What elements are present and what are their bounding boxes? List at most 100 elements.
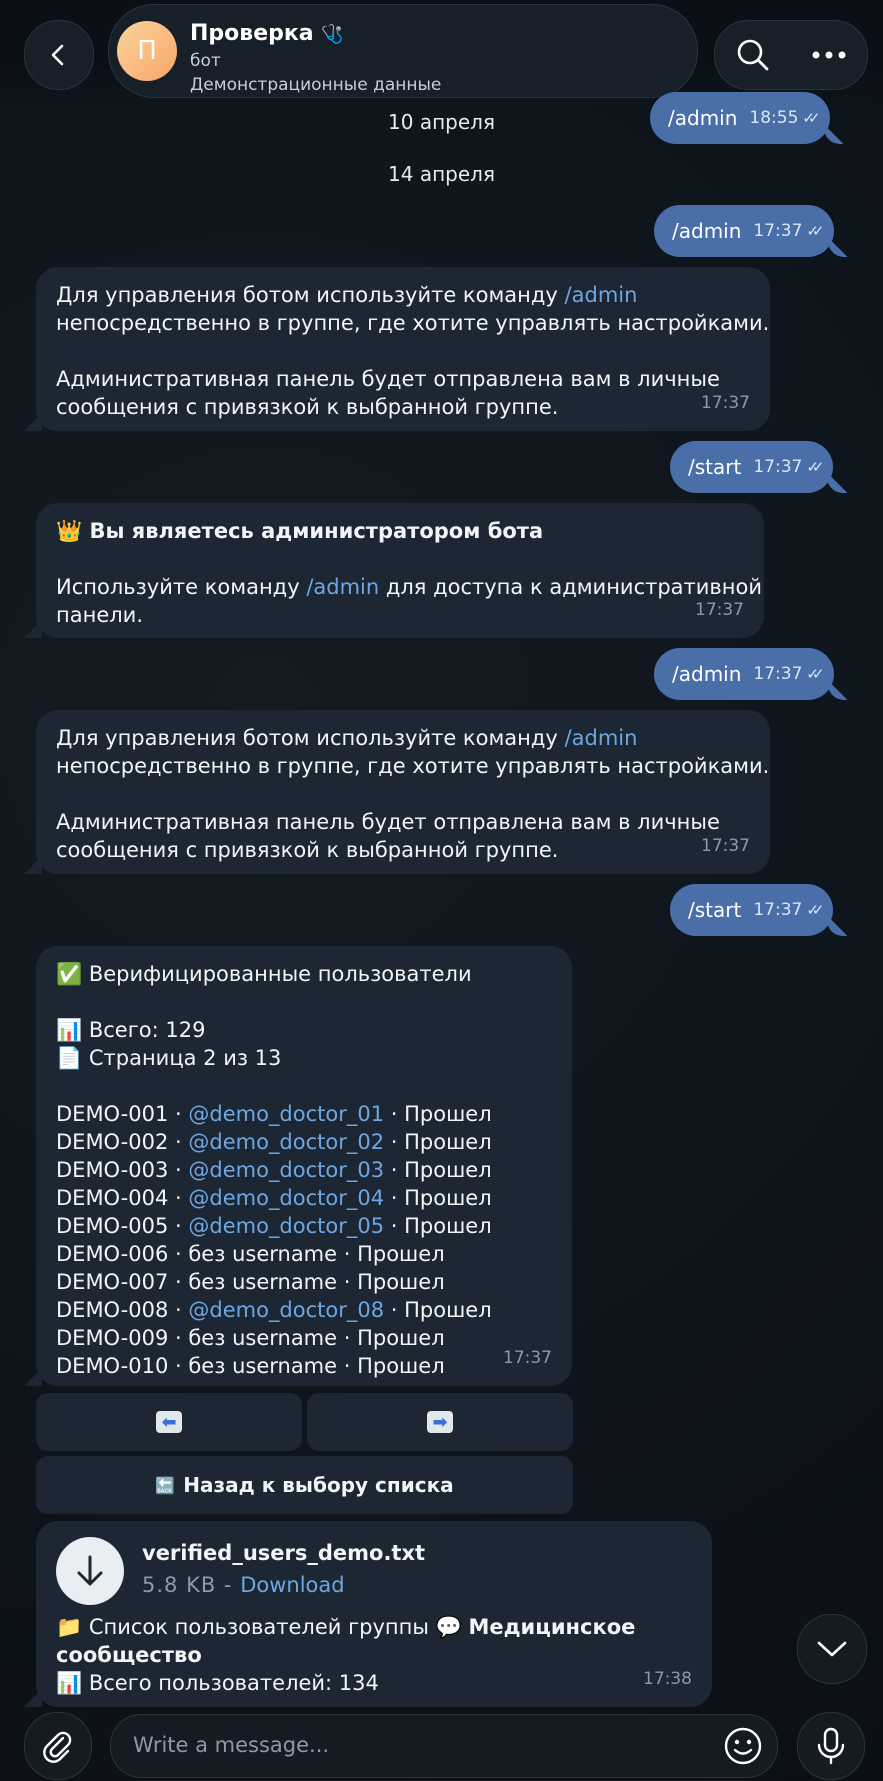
stethoscope-icon: 🩺 bbox=[321, 24, 344, 45]
more-icon bbox=[812, 51, 846, 59]
message-text: Административная панель будет отправлена… bbox=[56, 367, 720, 391]
right-arrow-icon: ➡ bbox=[427, 1411, 453, 1433]
message-title: 👑 Вы являетесь администратором бота bbox=[56, 519, 544, 543]
username-link[interactable]: @demo_doctor_04 bbox=[188, 1186, 384, 1210]
outgoing-message[interactable]: /start 17:37 ✓✓ bbox=[670, 884, 848, 936]
paperclip-icon bbox=[43, 1731, 72, 1763]
user-row-status: · Прошел bbox=[384, 1214, 492, 1238]
message-time: 18:55 bbox=[749, 108, 799, 128]
command-link[interactable]: /admin bbox=[565, 283, 638, 307]
incoming-message[interactable]: Для управления ботом используйте команду… bbox=[24, 267, 770, 431]
user-row: DEMO-005 · @demo_doctor_05 · Прошел bbox=[56, 1212, 492, 1240]
outgoing-message[interactable]: /admin 17:37 ✓✓ bbox=[654, 648, 848, 700]
user-row: DEMO-006 · без username · Прошел bbox=[56, 1240, 445, 1268]
back-button[interactable] bbox=[24, 20, 94, 90]
total-count: 📊 Всего: 129 bbox=[56, 1018, 206, 1042]
voice-message-button[interactable] bbox=[797, 1712, 865, 1780]
user-row: DEMO-008 · @demo_doctor_08 · Прошел bbox=[56, 1296, 492, 1324]
bubble-tail bbox=[827, 473, 848, 493]
verified-users-message[interactable]: ✅ Верифицированные пользователи 📊 Всего:… bbox=[24, 946, 572, 1386]
message-time: 17:37 bbox=[753, 664, 803, 684]
user-row: DEMO-010 · без username · Прошел bbox=[56, 1352, 445, 1380]
bubble-tail bbox=[827, 237, 848, 257]
message-time: 17:37 bbox=[695, 600, 744, 620]
user-row: DEMO-003 · @demo_doctor_03 · Прошел bbox=[56, 1156, 492, 1184]
download-link[interactable]: Download bbox=[240, 1573, 344, 1597]
bubble-tail bbox=[24, 856, 42, 874]
back-to-list-button[interactable]: 🔙 Назад к выбору списка bbox=[36, 1456, 573, 1514]
outgoing-message[interactable]: /admin 18:55 ✓✓ bbox=[650, 92, 844, 144]
avatar: П bbox=[117, 21, 177, 81]
message-text: /start bbox=[688, 898, 742, 922]
check-icon: ✅ bbox=[56, 962, 83, 986]
user-row-id: DEMO-004 · bbox=[56, 1186, 189, 1210]
back-arrow-icon bbox=[51, 44, 64, 66]
username-link[interactable]: @demo_doctor_01 bbox=[188, 1102, 384, 1126]
chat-title-text: Проверка bbox=[190, 21, 314, 46]
chevron-down-icon bbox=[817, 1641, 847, 1657]
message-text: сообщения с привязкой к выбранной группе… bbox=[56, 838, 559, 862]
message-text: /start bbox=[688, 455, 742, 479]
message-text: Административная панель будет отправлена… bbox=[56, 810, 720, 834]
bubble-tail bbox=[24, 413, 42, 431]
user-row-id: DEMO-003 · bbox=[56, 1158, 189, 1182]
message-text: сообщения с привязкой к выбранной группе… bbox=[56, 395, 559, 419]
user-row-id: DEMO-005 · bbox=[56, 1214, 189, 1238]
prev-page-button[interactable]: ⬅ bbox=[36, 1393, 302, 1451]
incoming-message[interactable]: 👑 Вы являетесь администратором бота Испо… bbox=[24, 503, 764, 638]
next-page-button[interactable]: ➡ bbox=[307, 1393, 573, 1451]
incoming-message[interactable]: Для управления ботом используйте команду… bbox=[24, 710, 770, 874]
emoji-button[interactable] bbox=[723, 1726, 763, 1766]
username-link[interactable]: @demo_doctor_03 bbox=[188, 1158, 384, 1182]
file-message[interactable]: verified_users_demo.txt 5.8 KB - Downloa… bbox=[24, 1521, 712, 1707]
chart-icon: 📊 bbox=[56, 1671, 83, 1695]
message-time: 17:37 bbox=[701, 393, 750, 413]
more-button[interactable] bbox=[795, 21, 863, 89]
user-row-id: DEMO-006 · без username · Прошел bbox=[56, 1242, 445, 1266]
username-link[interactable]: @demo_doctor_08 bbox=[188, 1298, 384, 1322]
command-link[interactable]: /admin bbox=[306, 575, 379, 599]
message-time: 17:37 bbox=[503, 1348, 552, 1368]
username-link[interactable]: @demo_doctor_05 bbox=[188, 1214, 384, 1238]
message-text: непосредственно в группе, где хотите упр… bbox=[56, 754, 770, 778]
message-text: непосредственно в группе, где хотите упр… bbox=[56, 311, 770, 335]
user-row-status: · Прошел bbox=[384, 1158, 492, 1182]
bubble-tail bbox=[827, 680, 848, 700]
user-row-id: DEMO-010 · без username · Прошел bbox=[56, 1354, 445, 1378]
bubble-tail bbox=[827, 916, 848, 936]
folder-icon: 📁 bbox=[56, 1615, 83, 1639]
smiley-icon bbox=[724, 1727, 762, 1765]
message-text: /admin bbox=[668, 106, 738, 130]
bubble-tail bbox=[24, 1368, 42, 1386]
outgoing-message[interactable]: /start 17:37 ✓✓ bbox=[670, 441, 848, 493]
command-link[interactable]: /admin bbox=[565, 726, 638, 750]
message-text: Используйте команду /admin для доступа к… bbox=[56, 575, 763, 599]
read-checks-icon: ✓✓ bbox=[802, 109, 820, 127]
message-text: Для управления ботом используйте команду… bbox=[56, 726, 638, 750]
file-size: 5.8 KB - Download bbox=[142, 1573, 345, 1597]
chat-header[interactable]: П Проверка 🩺 бот Демонстрационные данные bbox=[108, 4, 698, 98]
message-time: 17:37 bbox=[753, 221, 803, 241]
message-text: Для управления ботом используйте команду… bbox=[56, 283, 638, 307]
search-button[interactable] bbox=[719, 21, 787, 89]
download-button[interactable] bbox=[56, 1537, 124, 1605]
file-caption: 📁 Список пользователей группы 💬 Медицинс… bbox=[56, 1615, 636, 1639]
user-row: DEMO-004 · @demo_doctor_04 · Прошел bbox=[56, 1184, 492, 1212]
scroll-down-button[interactable] bbox=[797, 1614, 867, 1684]
date-divider: 14 апреля bbox=[388, 162, 495, 186]
user-row-id: DEMO-009 · без username · Прошел bbox=[56, 1326, 445, 1350]
user-row-id: DEMO-007 · без username · Прошел bbox=[56, 1270, 445, 1294]
message-time: 17:38 bbox=[643, 1669, 692, 1689]
page-icon: 📄 bbox=[56, 1046, 83, 1070]
username-link[interactable]: @demo_doctor_02 bbox=[188, 1130, 384, 1154]
read-checks-icon: ✓✓ bbox=[806, 665, 824, 683]
header-actions bbox=[714, 20, 868, 90]
user-row: DEMO-002 · @demo_doctor_02 · Прошел bbox=[56, 1128, 492, 1156]
user-row: DEMO-009 · без username · Прошел bbox=[56, 1324, 445, 1352]
microphone-icon bbox=[817, 1727, 845, 1765]
outgoing-message[interactable]: /admin 17:37 ✓✓ bbox=[654, 205, 848, 257]
attach-button[interactable] bbox=[24, 1712, 92, 1780]
message-input[interactable]: Write a message... bbox=[110, 1714, 778, 1778]
crown-icon: 👑 bbox=[56, 519, 83, 543]
chat-subtitle: бот bbox=[190, 51, 221, 71]
